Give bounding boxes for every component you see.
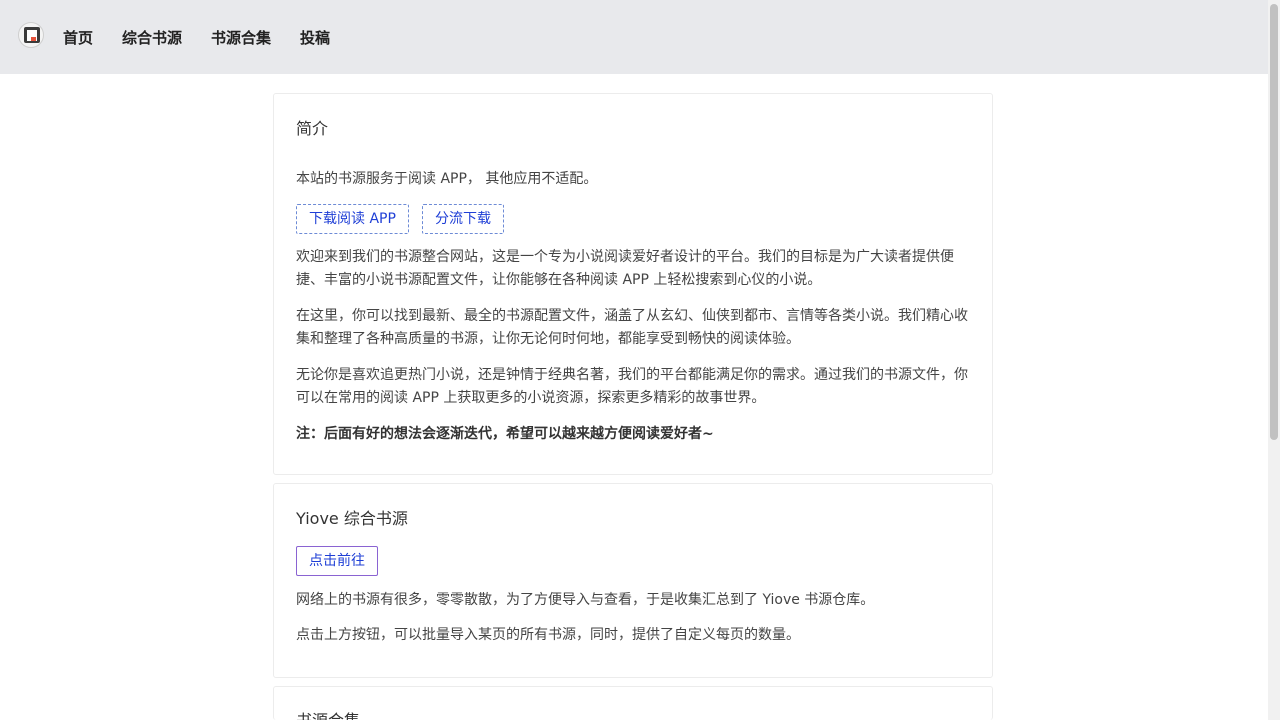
- page-scrollbar[interactable]: [1268, 0, 1280, 720]
- scrollbar-thumb[interactable]: [1270, 4, 1278, 440]
- collection-title: 书源合集: [296, 707, 360, 720]
- yiove-paragraph-1: 网络上的书源有很多，零零散散，为了方便导入与查看，于是收集汇总到了 Yiove …: [296, 592, 875, 608]
- nav-general-sources[interactable]: 综合书源: [122, 27, 182, 48]
- main-nav: 首页 综合书源 书源合集 投稿: [63, 0, 359, 74]
- yiove-card: Yiove 综合书源 点击前往 网络上的书源有很多，零零散散，为了方便导入与查看…: [273, 483, 993, 678]
- intro-title: 简介: [296, 119, 329, 138]
- collection-card: 书源合集: [273, 686, 993, 720]
- intro-note: 注：后面有好的想法会逐渐迭代，希望可以越来越方便阅读爱好者~: [296, 426, 714, 442]
- nav-source-collection[interactable]: 书源合集: [211, 27, 271, 48]
- mirror-download-button[interactable]: 分流下载: [422, 204, 504, 234]
- intro-paragraph-1: 欢迎来到我们的书源整合网站，这是一个专为小说阅读爱好者设计的平台。我们的目标是为…: [296, 249, 954, 288]
- download-app-button[interactable]: 下载阅读 APP: [296, 204, 409, 234]
- yiove-title: Yiove 综合书源: [296, 509, 408, 528]
- intro-lead: 本站的书源服务于阅读 APP， 其他应用不适配。: [296, 171, 598, 187]
- logo-icon[interactable]: [18, 22, 44, 48]
- intro-paragraph-3: 无论你是喜欢追更热门小说，还是钟情于经典名著，我们的平台都能满足你的需求。通过我…: [296, 367, 968, 406]
- logo-mark-shape: [31, 37, 36, 41]
- nav-submit[interactable]: 投稿: [300, 27, 330, 48]
- intro-paragraph-2: 在这里，你可以找到最新、最全的书源配置文件，涵盖了从玄幻、仙侠到都市、言情等各类…: [296, 308, 968, 347]
- intro-card: 简介 本站的书源服务于阅读 APP， 其他应用不适配。 下载阅读 APP 分流下…: [273, 93, 993, 475]
- nav-home[interactable]: 首页: [63, 27, 93, 48]
- top-nav-bar: 首页 综合书源 书源合集 投稿: [0, 0, 1268, 74]
- go-button[interactable]: 点击前往: [296, 546, 378, 576]
- yiove-paragraph-2: 点击上方按钮，可以批量导入某页的所有书源，同时，提供了自定义每页的数量。: [296, 627, 800, 643]
